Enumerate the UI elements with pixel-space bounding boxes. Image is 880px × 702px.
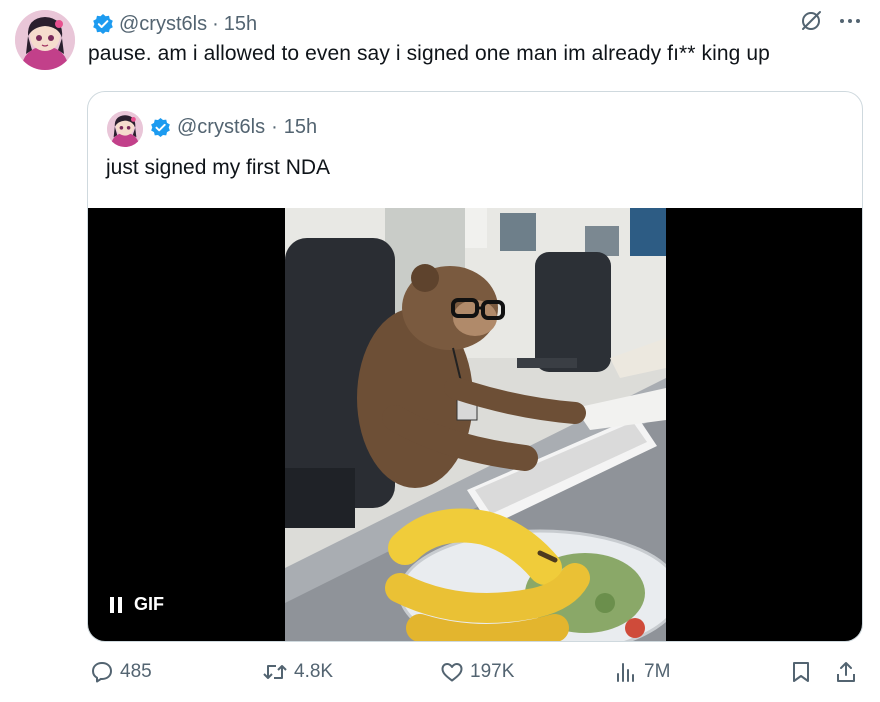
share-button[interactable]	[834, 660, 858, 684]
bookmark-icon	[790, 660, 812, 684]
gif-label: GIF	[134, 594, 164, 614]
like-count: 197K	[470, 661, 515, 682]
like-button[interactable]: 197K	[440, 660, 514, 684]
quoted-author-handle[interactable]: @cryst6ls	[177, 116, 265, 139]
verified-badge-icon	[150, 117, 171, 138]
quoted-timestamp: 15h	[283, 116, 318, 138]
repost-icon	[262, 660, 288, 684]
gif-frame	[285, 208, 666, 641]
quoted-tweet-card[interactable]: @cryst6ls · 15h just signed my first NDA	[87, 91, 863, 642]
author-handle[interactable]: @cryst6ls	[119, 13, 207, 36]
gif-media[interactable]: GIF	[88, 208, 862, 641]
gif-badge[interactable]: GIF	[110, 594, 164, 615]
header-separator: ·	[212, 12, 219, 35]
more-icon[interactable]	[838, 16, 862, 26]
tweet-timestamp[interactable]: 15h	[224, 13, 257, 36]
pause-icon[interactable]	[110, 596, 122, 613]
bookmark-button[interactable]	[790, 660, 812, 684]
share-icon	[834, 660, 858, 684]
views-button[interactable]: 7M	[614, 660, 670, 684]
tweet-action-bar: 485 4.8K 197K 7M	[0, 660, 880, 692]
quoted-tweet-text: just signed my first NDA	[106, 156, 331, 179]
tweet-top-actions	[798, 8, 862, 34]
views-count: 7M	[644, 661, 671, 682]
heart-icon	[440, 660, 464, 684]
verified-badge-icon	[92, 13, 114, 35]
quoted-author-avatar[interactable]	[107, 111, 143, 147]
reply-button[interactable]: 485	[90, 660, 152, 684]
reply-count: 485	[120, 661, 152, 682]
header-separator: ·	[271, 116, 278, 138]
reply-icon	[90, 660, 114, 684]
tweet-header: @cryst6ls · 15h	[92, 10, 257, 38]
tweet-text: pause. am i allowed to even say i signed…	[88, 42, 770, 65]
quoted-tweet-header: @cryst6ls · 15h	[150, 116, 317, 139]
repost-count: 4.8K	[294, 661, 334, 682]
repost-button[interactable]: 4.8K	[262, 660, 333, 684]
grok-icon[interactable]	[798, 8, 824, 34]
views-icon	[614, 660, 638, 684]
author-avatar[interactable]	[15, 10, 75, 70]
